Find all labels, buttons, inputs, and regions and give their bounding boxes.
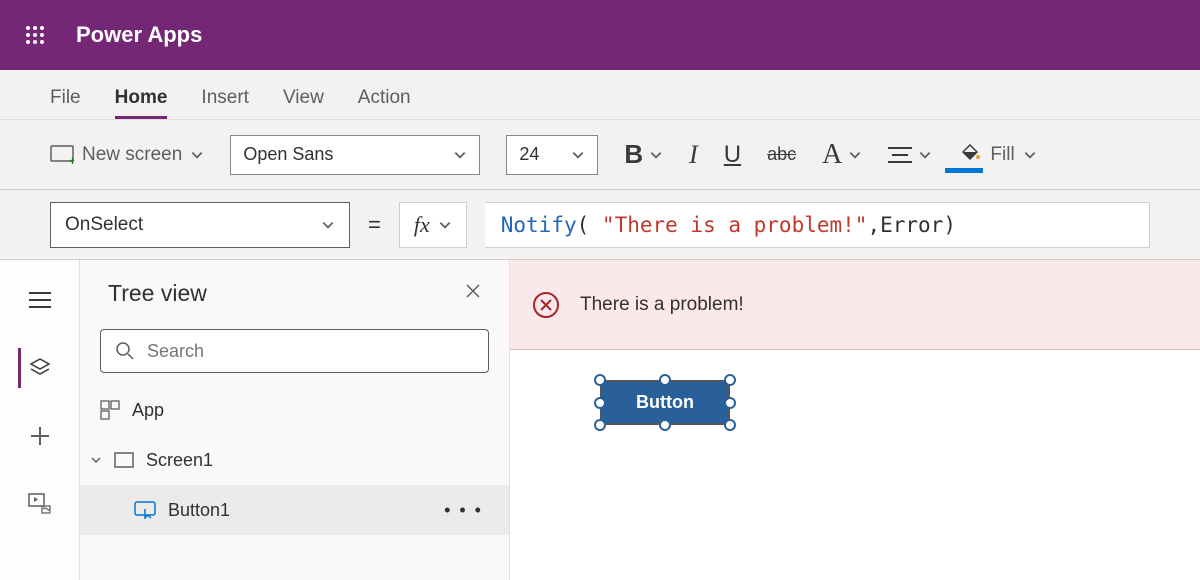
search-icon (115, 341, 135, 361)
plus-icon (29, 425, 51, 447)
italic-icon: I (689, 140, 698, 170)
new-screen-button[interactable]: + New screen (50, 144, 204, 166)
resize-handle[interactable] (594, 419, 606, 431)
chevron-down-icon (190, 148, 204, 162)
screen-icon (114, 452, 134, 468)
tree-view-title: Tree view (108, 280, 207, 307)
bold-button[interactable]: B (624, 139, 663, 170)
resize-handle[interactable] (659, 374, 671, 386)
chevron-down-icon (649, 148, 663, 162)
property-select[interactable]: OnSelect (50, 202, 350, 248)
font-color-button[interactable]: A (822, 139, 862, 171)
formula-token-func: Notify (501, 213, 577, 237)
fx-icon: fx (414, 212, 430, 238)
button-control-icon (134, 501, 156, 519)
menu-home[interactable]: Home (115, 87, 168, 119)
paint-bucket-icon (958, 140, 982, 170)
notification-banner: There is a problem! (510, 260, 1200, 350)
chevron-down-icon (90, 454, 102, 466)
tree-item-app[interactable]: App (80, 385, 509, 435)
chevron-down-icon (918, 148, 932, 162)
equals-label: = (368, 212, 381, 238)
rail-insert[interactable] (20, 416, 60, 456)
strikethrough-icon: abc (767, 144, 796, 165)
resize-handle[interactable] (724, 397, 736, 409)
property-value: OnSelect (65, 214, 143, 236)
strikethrough-button[interactable]: abc (767, 144, 796, 165)
fill-label: Fill (990, 144, 1014, 166)
media-icon (28, 493, 52, 515)
bold-icon: B (624, 139, 643, 170)
button-text: Button (636, 392, 694, 413)
menu-bar: File Home Insert View Action (0, 70, 1200, 120)
left-rail (0, 260, 80, 580)
italic-button[interactable]: I (689, 140, 698, 170)
font-size-select[interactable]: 24 (506, 135, 598, 175)
tree-item-label: Screen1 (146, 450, 213, 471)
close-icon (465, 283, 481, 299)
resize-handle[interactable] (724, 419, 736, 431)
rail-hamburger[interactable] (20, 280, 60, 320)
app-icon (100, 400, 120, 420)
tree-search-box[interactable] (100, 329, 489, 373)
tree-view-panel: Tree view App Screen1 Button1 • • • (80, 260, 510, 580)
tree-item-screen1[interactable]: Screen1 (80, 435, 509, 485)
font-color-icon: A (822, 139, 842, 171)
error-icon (532, 291, 560, 319)
resize-handle[interactable] (724, 374, 736, 386)
layers-icon (28, 356, 52, 380)
menu-insert[interactable]: Insert (201, 87, 249, 119)
notification-text: There is a problem! (580, 294, 744, 316)
menu-view[interactable]: View (283, 87, 324, 119)
underline-icon: U (724, 141, 741, 169)
new-screen-icon: + (50, 145, 74, 165)
fx-button[interactable]: fx (399, 202, 467, 248)
resize-handle[interactable] (659, 419, 671, 431)
new-screen-label: New screen (82, 144, 182, 166)
rail-media[interactable] (20, 484, 60, 524)
resize-handle[interactable] (594, 397, 606, 409)
tree-item-label: Button1 (168, 500, 230, 521)
menu-action[interactable]: Action (358, 87, 411, 119)
app-launcher-button[interactable] (0, 0, 70, 70)
align-icon (888, 145, 912, 165)
rail-tree-view[interactable] (18, 348, 58, 388)
chevron-down-icon (571, 148, 585, 162)
chevron-down-icon (453, 148, 467, 162)
hamburger-icon (29, 291, 51, 309)
font-family-select[interactable]: Open Sans (230, 135, 480, 175)
chevron-down-icon (848, 148, 862, 162)
waffle-icon (25, 25, 45, 45)
svg-text:+: + (69, 154, 74, 165)
formula-token-string: "There is a problem!" (602, 213, 868, 237)
chevron-down-icon (1023, 148, 1037, 162)
tree-item-label: App (132, 400, 164, 421)
close-button[interactable] (465, 282, 481, 305)
underline-button[interactable]: U (724, 141, 741, 169)
fill-button[interactable]: Fill (958, 140, 1036, 170)
formula-bar: OnSelect = fx Notify( "There is a proble… (0, 190, 1200, 260)
brand-title: Power Apps (76, 22, 202, 48)
font-family-value: Open Sans (243, 144, 333, 165)
resize-handle[interactable] (594, 374, 606, 386)
tree-item-button1[interactable]: Button1 • • • (80, 485, 509, 535)
more-icon: • • • (444, 500, 483, 520)
formula-input[interactable]: Notify( "There is a problem!" , Error) (485, 202, 1150, 248)
canvas[interactable]: There is a problem! Button (510, 260, 1200, 580)
menu-file[interactable]: File (50, 87, 81, 119)
formula-token-arg: Error (880, 213, 943, 237)
selected-control-button1[interactable]: Button (600, 380, 730, 425)
ribbon: + New screen Open Sans 24 B I U abc A (0, 120, 1200, 190)
chevron-down-icon (321, 218, 335, 232)
search-input[interactable] (145, 340, 474, 363)
align-button[interactable] (888, 145, 932, 165)
font-size-value: 24 (519, 144, 539, 165)
chevron-down-icon (438, 218, 452, 232)
more-options-button[interactable]: • • • (444, 500, 497, 521)
